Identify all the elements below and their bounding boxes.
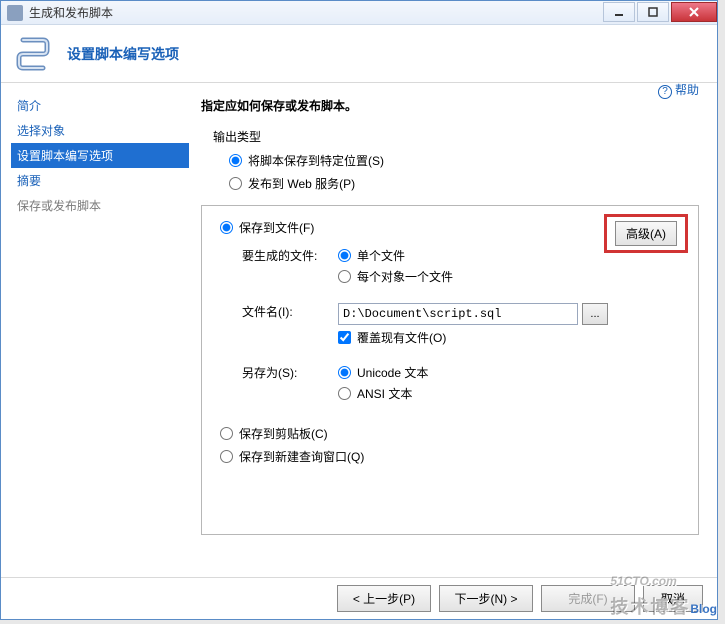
sidebar: 简介 选择对象 设置脚本编写选项 摘要 保存或发布脚本 bbox=[1, 83, 191, 577]
options-panel: 高级(A) 保存到文件(F) 要生成的文件: 单个文件 每个对象一个文件 文件名… bbox=[201, 205, 699, 535]
browse-button[interactable]: ... bbox=[582, 303, 608, 325]
radio-publish-web[interactable]: 发布到 Web 服务(P) bbox=[229, 172, 699, 195]
close-button[interactable] bbox=[671, 2, 717, 22]
radio-save-location-input[interactable] bbox=[229, 154, 242, 167]
section-heading: 指定应如何保存或发布脚本。 bbox=[201, 97, 699, 114]
script-icon bbox=[15, 34, 55, 74]
back-button[interactable]: < 上一步(P) bbox=[337, 585, 431, 612]
sidebar-item-summary[interactable]: 摘要 bbox=[11, 168, 189, 193]
radio-save-file-input[interactable] bbox=[220, 221, 233, 234]
sidebar-item-choose[interactable]: 选择对象 bbox=[11, 118, 189, 143]
radio-file-per-object-input[interactable] bbox=[338, 270, 351, 283]
sidebar-item-save: 保存或发布脚本 bbox=[11, 193, 189, 218]
radio-single-file-input[interactable] bbox=[338, 249, 351, 262]
advanced-highlight: 高级(A) bbox=[604, 214, 688, 253]
header: 设置脚本编写选项 bbox=[1, 25, 717, 83]
help-icon: ? bbox=[658, 85, 672, 99]
filename-input[interactable] bbox=[338, 303, 578, 325]
radio-unicode-input[interactable] bbox=[338, 366, 351, 379]
files-to-generate-label: 要生成的文件: bbox=[214, 245, 338, 264]
sidebar-item-intro[interactable]: 简介 bbox=[11, 93, 189, 118]
next-button[interactable]: 下一步(N) > bbox=[439, 585, 533, 612]
sidebar-item-options[interactable]: 设置脚本编写选项 bbox=[11, 143, 189, 168]
radio-clipboard-input[interactable] bbox=[220, 427, 233, 440]
overwrite-checkbox-row[interactable]: 覆盖现有文件(O) bbox=[338, 327, 686, 348]
titlebar: 生成和发布脚本 bbox=[1, 1, 717, 25]
radio-ansi-input[interactable] bbox=[338, 387, 351, 400]
advanced-button[interactable]: 高级(A) bbox=[615, 221, 677, 246]
page-title: 设置脚本编写选项 bbox=[67, 44, 179, 64]
save-as-label: 另存为(S): bbox=[214, 362, 338, 381]
help-link[interactable]: ?帮助 bbox=[658, 81, 699, 99]
filename-label: 文件名(I): bbox=[214, 301, 338, 320]
footer: < 上一步(P) 下一步(N) > 完成(F) 取消 bbox=[1, 577, 717, 619]
radio-file-per-object[interactable]: 每个对象一个文件 bbox=[338, 266, 686, 287]
output-type-label: 输出类型 bbox=[213, 128, 699, 145]
overwrite-checkbox[interactable] bbox=[338, 331, 351, 344]
radio-new-query-input[interactable] bbox=[220, 450, 233, 463]
app-icon bbox=[7, 5, 23, 21]
radio-ansi[interactable]: ANSI 文本 bbox=[338, 383, 686, 404]
radio-clipboard[interactable]: 保存到剪贴板(C) bbox=[220, 422, 686, 445]
finish-button: 完成(F) bbox=[541, 585, 635, 612]
window-title: 生成和发布脚本 bbox=[29, 4, 601, 21]
minimize-button[interactable] bbox=[603, 2, 635, 22]
dialog-window: 生成和发布脚本 设置脚本编写选项 简介 选择对象 设置脚本编写选项 摘要 保存或… bbox=[0, 0, 718, 620]
main-content: ?帮助 指定应如何保存或发布脚本。 输出类型 将脚本保存到特定位置(S) 发布到… bbox=[191, 83, 717, 577]
radio-new-query[interactable]: 保存到新建查询窗口(Q) bbox=[220, 445, 686, 468]
cancel-button[interactable]: 取消 bbox=[643, 585, 703, 612]
radio-save-location[interactable]: 将脚本保存到特定位置(S) bbox=[229, 149, 699, 172]
maximize-button[interactable] bbox=[637, 2, 669, 22]
radio-publish-web-input[interactable] bbox=[229, 177, 242, 190]
radio-unicode[interactable]: Unicode 文本 bbox=[338, 362, 686, 383]
